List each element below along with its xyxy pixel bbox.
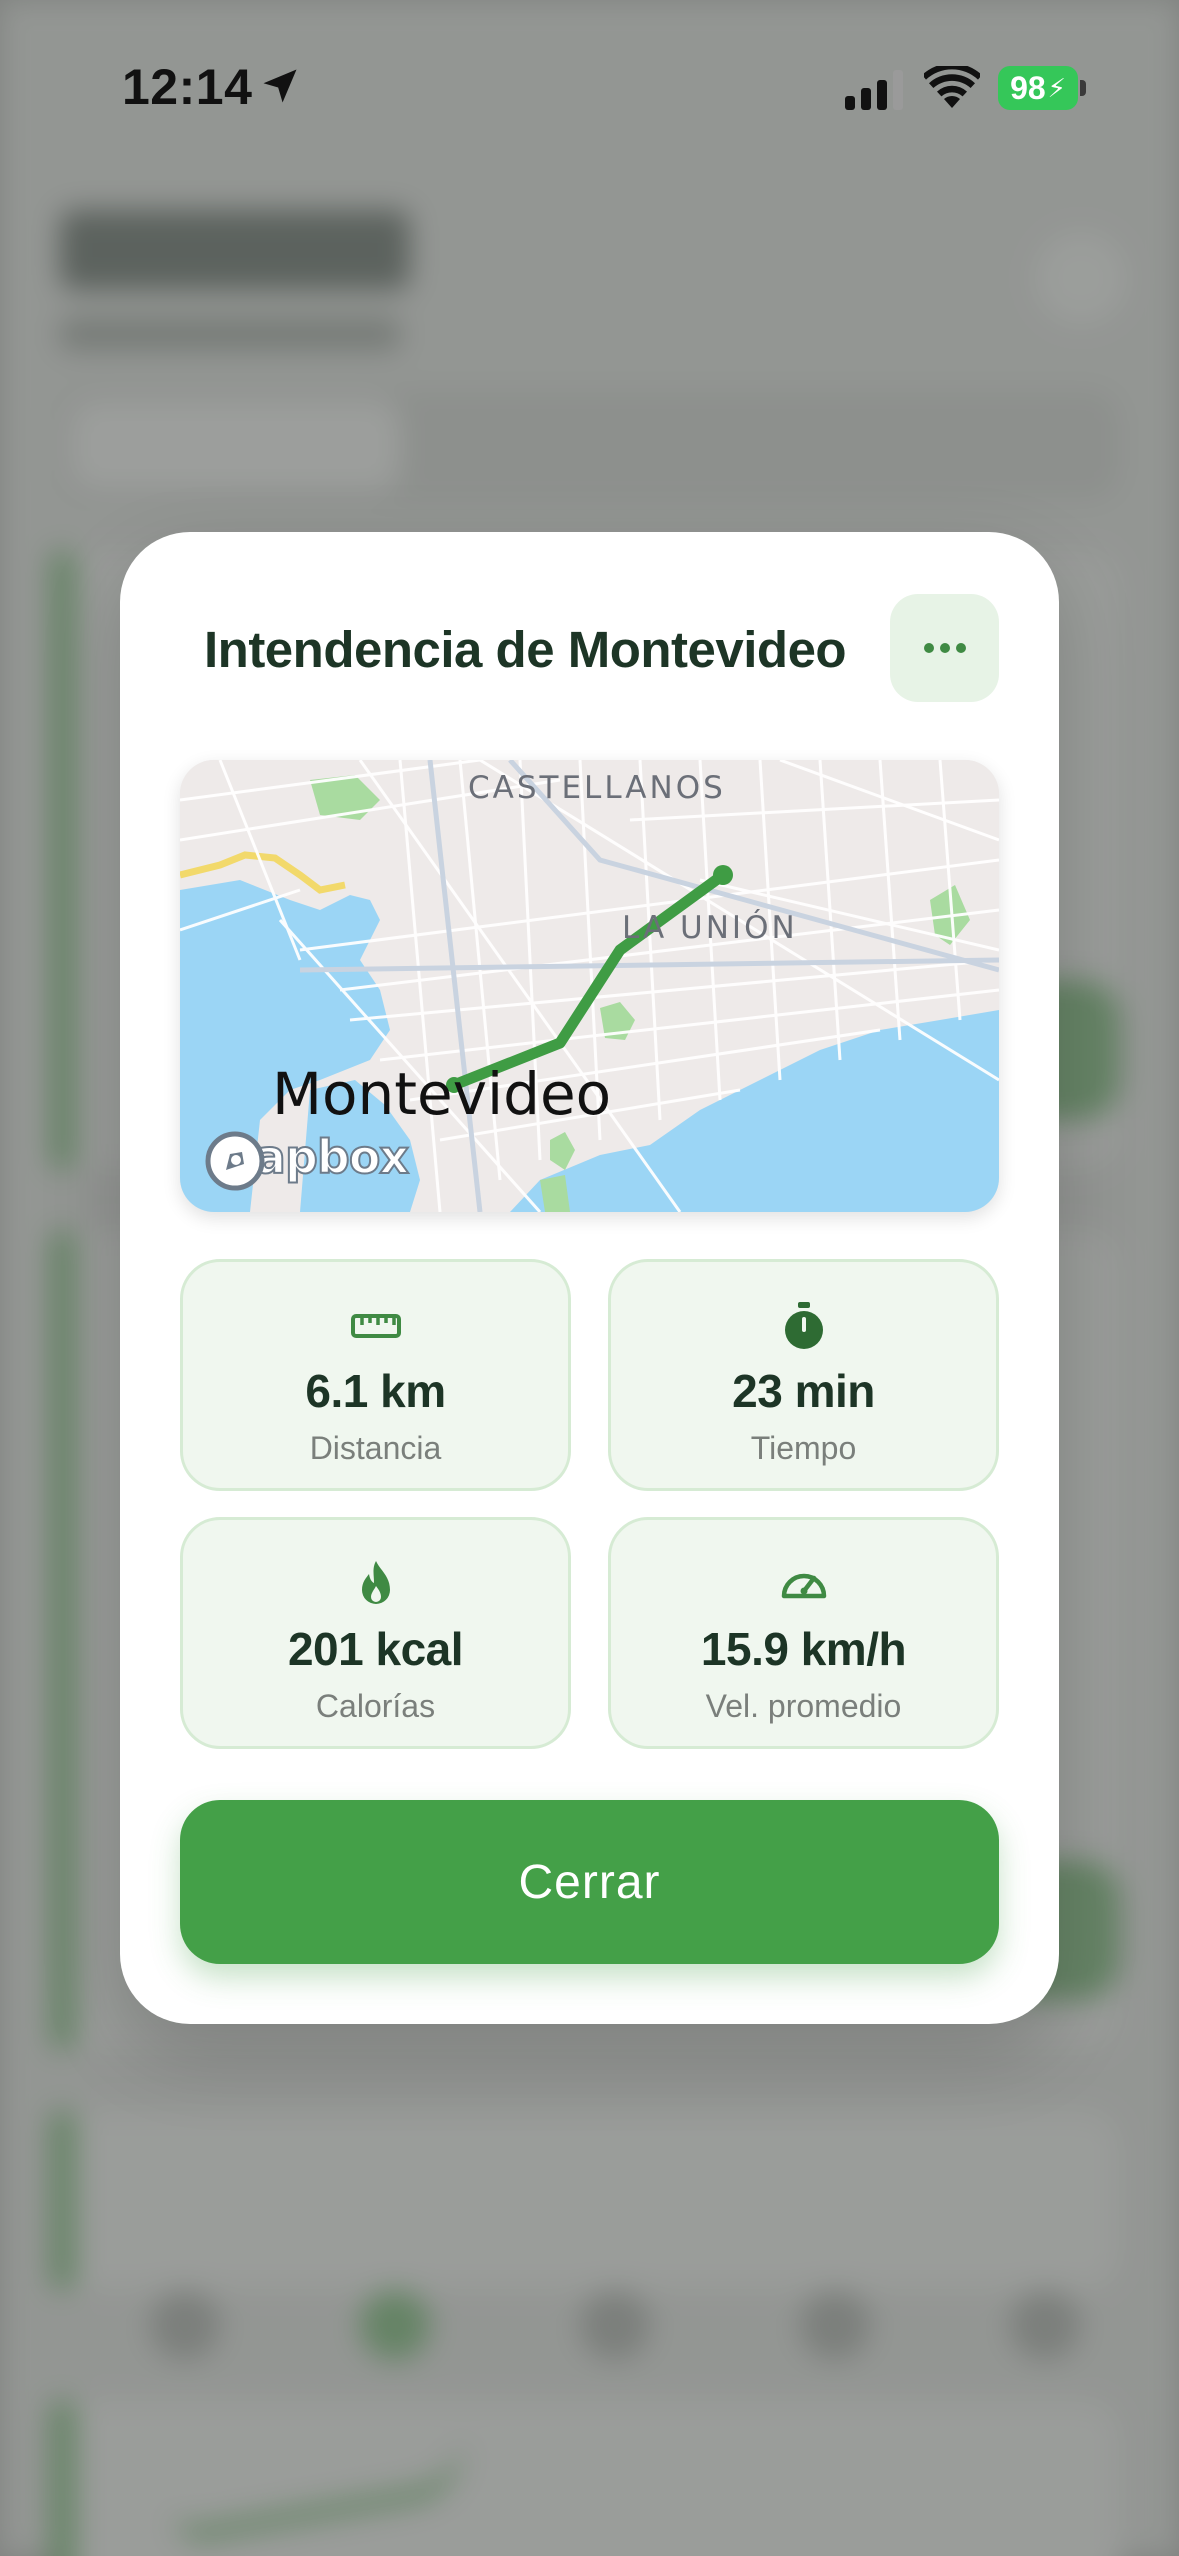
charging-bolt-icon: ⚡ bbox=[1047, 72, 1066, 103]
speedometer-icon bbox=[781, 1573, 826, 1599]
stat-value: 6.1 km bbox=[305, 1365, 446, 1417]
map-label-castellanos: CASTELLANOS bbox=[468, 770, 726, 806]
more-options-button[interactable] bbox=[890, 594, 999, 702]
stopwatch-icon bbox=[784, 1302, 823, 1349]
route-map[interactable]: CASTELLANOS LA UNIÓN Montevideo mapbox bbox=[180, 760, 999, 1212]
stat-value: 23 min bbox=[732, 1365, 875, 1417]
stat-label: Calorías bbox=[315, 1688, 436, 1724]
cellular-signal-icon bbox=[845, 70, 903, 110]
flame-icon bbox=[361, 1561, 390, 1604]
stat-value: 15.9 km/h bbox=[700, 1623, 907, 1675]
ruler-icon bbox=[350, 1314, 401, 1338]
park bbox=[540, 1175, 570, 1212]
close-button[interactable]: Cerrar bbox=[180, 1800, 999, 1964]
mapbox-logo-icon bbox=[205, 1131, 265, 1191]
route-end-point bbox=[713, 865, 733, 885]
stat-label: Distancia bbox=[309, 1430, 442, 1466]
ellipsis-icon bbox=[923, 643, 966, 653]
route-detail-modal: Intendencia de Montevideo CASTELLANOS LA… bbox=[120, 532, 1059, 2024]
battery-charging-icon: 98 ⚡ bbox=[998, 66, 1078, 110]
map-label-la-union: LA UNIÓN bbox=[622, 910, 798, 946]
map-label-city: Montevideo bbox=[272, 1060, 612, 1128]
stat-card-distance: 6.1 km Distancia bbox=[180, 1259, 571, 1491]
stat-value: 201 kcal bbox=[287, 1623, 464, 1675]
status-time: 12:14 bbox=[122, 59, 253, 115]
stat-label: Vel. promedio bbox=[705, 1688, 902, 1724]
battery-level: 98 bbox=[1010, 69, 1046, 106]
stat-card-time: 23 min Tiempo bbox=[608, 1259, 999, 1491]
battery-cap bbox=[1080, 80, 1086, 96]
stat-label: Tiempo bbox=[750, 1430, 857, 1466]
stat-card-calories: 201 kcal Calorías bbox=[180, 1517, 571, 1749]
modal-title: Intendencia de Montevideo bbox=[204, 621, 847, 678]
wifi-icon bbox=[924, 66, 980, 108]
status-bar: 12:14 98 ⚡ bbox=[0, 0, 1179, 170]
location-arrow-icon bbox=[263, 69, 297, 103]
mapbox-attribution[interactable]: mapbox bbox=[204, 1129, 410, 1191]
stat-card-average-speed: 15.9 km/h Vel. promedio bbox=[608, 1517, 999, 1749]
